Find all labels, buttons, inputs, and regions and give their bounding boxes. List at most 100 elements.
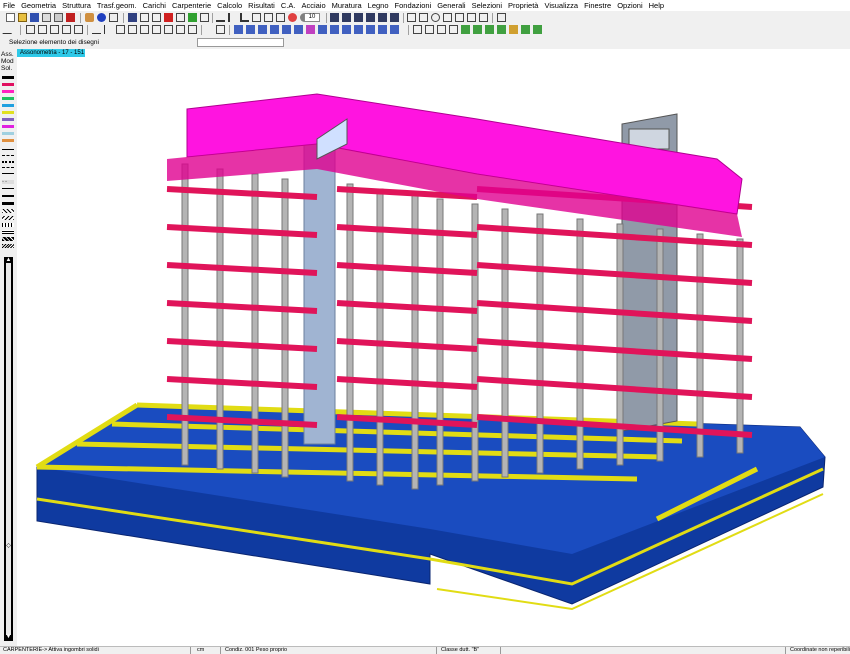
menu-muratura[interactable]: Muratura: [329, 0, 365, 11]
group-5-icon[interactable]: [509, 25, 518, 34]
menu-carichi[interactable]: Carichi: [140, 0, 169, 11]
layer-3-icon[interactable]: [437, 25, 446, 34]
menu-generali[interactable]: Generali: [434, 0, 468, 11]
color-icon[interactable]: [306, 25, 315, 34]
menu-opzioni[interactable]: Opzioni: [614, 0, 645, 11]
color-swatch-black[interactable]: [2, 76, 14, 79]
release-icon[interactable]: [366, 25, 375, 34]
menu-file[interactable]: File: [0, 0, 18, 11]
wall-icon[interactable]: [128, 25, 137, 34]
foundation-icon[interactable]: [164, 25, 173, 34]
selection-input[interactable]: [197, 38, 284, 47]
rotate-icon[interactable]: [97, 13, 106, 22]
line-style-dashed[interactable]: [2, 155, 14, 160]
zoom-value-field[interactable]: 10: [304, 13, 320, 22]
group-2-icon[interactable]: [473, 25, 482, 34]
line-weight-2[interactable]: [2, 195, 14, 201]
layer-4-icon[interactable]: [449, 25, 458, 34]
color-swatch-pink[interactable]: [2, 125, 14, 128]
constraint-icon[interactable]: [354, 25, 363, 34]
coord-yz-icon[interactable]: [62, 25, 71, 34]
color-swatch-magenta[interactable]: [2, 90, 14, 93]
regen-icon[interactable]: [479, 13, 488, 22]
line-style-dashdot[interactable]: [2, 167, 14, 172]
group-1-icon[interactable]: [461, 25, 470, 34]
menu-finestre[interactable]: Finestre: [581, 0, 614, 11]
hand-pan-icon[interactable]: [85, 13, 94, 22]
view-mode-mod[interactable]: Mod: [1, 58, 14, 65]
hatch-2-icon[interactable]: [2, 216, 14, 220]
hatch-4-icon[interactable]: [2, 230, 14, 234]
wireframe-icon[interactable]: [246, 25, 255, 34]
menu-geometria[interactable]: Geometria: [18, 0, 59, 11]
line-style-solid[interactable]: [2, 173, 14, 178]
left-scrollbar[interactable]: ▲ ◇ ▼: [4, 257, 13, 641]
move-icon[interactable]: [109, 13, 118, 22]
menu-proprieta[interactable]: Proprietà: [505, 0, 541, 11]
scroll-thumb[interactable]: [6, 263, 11, 635]
group-6-icon[interactable]: [521, 25, 530, 34]
zoom-all-icon[interactable]: [419, 13, 428, 22]
coord-z-icon[interactable]: [50, 25, 59, 34]
color-swatch-light-blue[interactable]: [2, 132, 14, 135]
menu-carpenterie[interactable]: Carpenterie: [169, 0, 214, 11]
print-preview-icon[interactable]: [42, 13, 51, 22]
section-icon[interactable]: [270, 25, 279, 34]
layers-icon[interactable]: [497, 13, 506, 22]
view-right-icon[interactable]: [366, 13, 375, 22]
menu-visualizza[interactable]: Visualizza: [541, 0, 581, 11]
view-tab[interactable]: Assonometria - 17 - 151: [17, 49, 85, 57]
view-iso-icon[interactable]: [378, 13, 387, 22]
menu-trasf-geom[interactable]: Trasf.geom.: [94, 0, 140, 11]
zoom-window-icon[interactable]: [407, 13, 416, 22]
line-weight-1[interactable]: [2, 188, 14, 193]
view-front-icon[interactable]: [330, 13, 339, 22]
circle-options-icon[interactable]: ◦ ◦: [2, 180, 14, 185]
new-file-icon[interactable]: [6, 13, 15, 22]
beam-icon[interactable]: [92, 25, 101, 34]
menu-ca[interactable]: C.A.: [278, 0, 299, 11]
extrude-icon[interactable]: [318, 25, 327, 34]
open-folder-icon[interactable]: [18, 13, 27, 22]
group-7-icon[interactable]: [533, 25, 542, 34]
hatch-5-icon[interactable]: [2, 237, 14, 241]
box-icon[interactable]: [294, 25, 303, 34]
select-icon[interactable]: [140, 13, 149, 22]
check-icon[interactable]: [188, 13, 197, 22]
node-icon[interactable]: [188, 25, 197, 34]
layer-1-icon[interactable]: [413, 25, 422, 34]
plane-icon[interactable]: [282, 25, 291, 34]
axis-y-icon[interactable]: [228, 13, 237, 22]
menu-selezioni[interactable]: Selezioni: [469, 0, 505, 11]
hatch-3-icon[interactable]: [2, 223, 14, 227]
axis-x-icon[interactable]: [216, 13, 225, 22]
menu-calcolo[interactable]: Calcolo: [214, 0, 245, 11]
solid-icon[interactable]: [234, 25, 243, 34]
grid-icon[interactable]: [176, 13, 185, 22]
zoom-in-icon[interactable]: [431, 13, 440, 22]
menu-struttura[interactable]: Struttura: [59, 0, 94, 11]
spring-icon[interactable]: [390, 25, 399, 34]
hatch-1-icon[interactable]: [2, 209, 14, 213]
color-swatch-cyan[interactable]: [2, 104, 14, 107]
redraw-icon[interactable]: [467, 13, 476, 22]
coord-xz-icon[interactable]: [74, 25, 83, 34]
top-view-icon[interactable]: [276, 13, 285, 22]
view-mode-ass[interactable]: Ass.: [1, 51, 14, 58]
color-swatch-violet[interactable]: [2, 118, 14, 121]
load-icon[interactable]: [342, 25, 351, 34]
column-icon[interactable]: [104, 25, 113, 34]
model-viewport[interactable]: [17, 49, 850, 646]
shaded-icon[interactable]: [258, 25, 267, 34]
stair-icon[interactable]: [140, 25, 149, 34]
menu-fondazioni[interactable]: Fondazioni: [392, 0, 435, 11]
measure-icon[interactable]: [200, 13, 209, 22]
line-icon[interactable]: [2, 25, 19, 34]
view-left-icon[interactable]: [354, 13, 363, 22]
color-swatch-red[interactable]: [2, 83, 14, 86]
ortho-view-icon[interactable]: [264, 13, 273, 22]
selection-box-icon[interactable]: [152, 13, 161, 22]
frame-icon[interactable]: [116, 25, 125, 34]
view-bottom-icon[interactable]: [390, 13, 399, 22]
perspective-icon[interactable]: [288, 13, 297, 22]
